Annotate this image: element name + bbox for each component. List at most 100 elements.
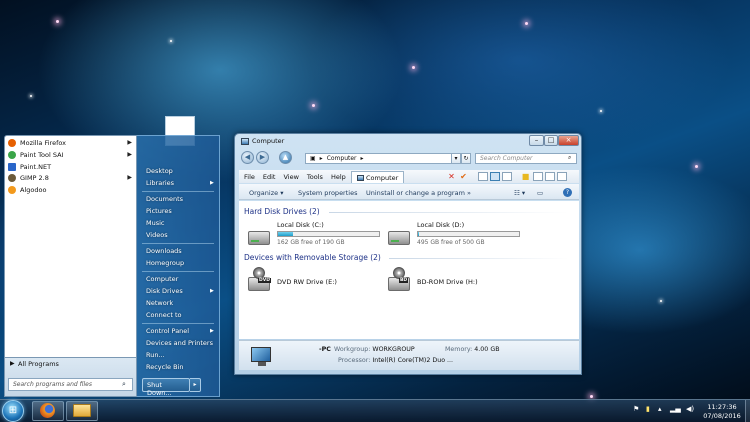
star (170, 40, 172, 42)
computer-icon (357, 174, 364, 181)
show-desktop-button[interactable] (745, 400, 750, 422)
drive-usage-bar (417, 231, 520, 237)
bd-badge: BD (399, 278, 409, 283)
start-item-pictures[interactable]: Pictures (146, 207, 172, 215)
checkmark-icon[interactable]: ✔ (459, 172, 468, 181)
star (600, 110, 602, 112)
folder-icon[interactable]: ■ (521, 172, 530, 181)
start-item-run[interactable]: Run... (146, 351, 165, 359)
close-button[interactable]: × (558, 135, 579, 146)
show-hidden-icons-icon[interactable]: ▴ (658, 405, 662, 413)
clock-time: 11:27:36 (707, 403, 737, 411)
program-label: GIMP 2.8 (20, 173, 49, 182)
start-item-music[interactable]: Music (146, 219, 165, 227)
submenu-arrow-icon: ▶ (127, 139, 132, 146)
address-text: Computer (326, 155, 357, 162)
refresh-button[interactable]: ↻ (461, 153, 471, 164)
start-button[interactable]: ⊞ (2, 400, 24, 422)
drive-free-space: 495 GB free of 500 GB (417, 239, 485, 246)
start-item-desktop[interactable]: Desktop (146, 167, 173, 175)
start-item-videos[interactable]: Videos (146, 231, 168, 239)
program-paint-tool-sai[interactable]: Paint Tool SAI ▶ (8, 149, 136, 160)
star (56, 20, 59, 23)
volume-icon[interactable]: ◀) (686, 405, 694, 413)
address-bar[interactable]: ▣ ▸ Computer ▸ (305, 153, 471, 164)
clock-date: 07/08/2016 (703, 412, 741, 420)
computer-icon (241, 137, 249, 145)
start-item-devices-printers[interactable]: Devices and Printers (146, 339, 213, 347)
program-gimp[interactable]: GIMP 2.8 ▶ (8, 172, 136, 183)
workgroup-info: Workgroup: WORKGROUP (334, 346, 415, 353)
start-search-input[interactable]: Search programs and files (8, 378, 133, 391)
all-programs-button[interactable]: All Programs (18, 360, 59, 368)
start-item-computer[interactable]: Computer (146, 275, 178, 283)
window-title: Computer (252, 137, 285, 145)
workgroup-label: Workgroup: (334, 346, 371, 353)
start-item-libraries[interactable]: Libraries (146, 179, 174, 187)
program-label: Paint Tool SAI (20, 150, 64, 159)
window-title-bar[interactable]: Computer (241, 137, 284, 145)
minimize-button[interactable]: – (529, 135, 544, 146)
view-list-button[interactable] (490, 172, 500, 181)
start-item-network[interactable]: Network (146, 299, 173, 307)
start-item-control-panel[interactable]: Control Panel (146, 327, 189, 335)
up-button[interactable]: ▲ (279, 151, 292, 164)
start-item-disk-drives[interactable]: Disk Drives (146, 287, 183, 295)
search-icon[interactable]: ⌕ (568, 154, 571, 162)
system-properties-button[interactable]: System properties (298, 189, 357, 197)
menu-edit[interactable]: Edit (263, 173, 276, 181)
program-firefox[interactable]: Mozilla Firefox ▶ (8, 137, 136, 148)
hard-drive-icon (388, 231, 410, 245)
start-item-connect-to[interactable]: Connect to (146, 311, 181, 319)
start-item-documents[interactable]: Documents (146, 195, 183, 203)
menu-view[interactable]: View (283, 173, 298, 181)
uninstall-program-button[interactable]: Uninstall or change a program (366, 189, 465, 197)
firefox-icon (8, 138, 16, 147)
tab-label: Computer (366, 173, 399, 182)
view-tiles-button[interactable] (502, 172, 512, 181)
shutdown-options-button[interactable]: ▸ (190, 378, 201, 392)
program-paint-net[interactable]: Paint.NET (8, 161, 136, 172)
file-view: Hard Disk Drives (2) Local Disk (C:) 162… (239, 201, 579, 339)
start-item-homegroup[interactable]: Homegroup (146, 259, 184, 267)
explorer-window: Computer – □ × ◀ ▶ ▲ ▣ ▸ Computer ▸ ▾ ↻ … (234, 133, 582, 375)
tab-computer[interactable]: Computer (351, 171, 405, 183)
menu-help[interactable]: Help (331, 173, 346, 181)
preview-pane-button[interactable]: ▭ (537, 189, 543, 197)
search-input[interactable]: Search Computer (475, 153, 577, 164)
notification-icon[interactable]: ▮ (646, 405, 650, 413)
action-center-icon[interactable]: ⚑ (633, 405, 639, 413)
shutdown-button[interactable]: Shut Down... (142, 378, 190, 397)
back-button[interactable]: ◀ (241, 151, 254, 164)
maximize-button[interactable]: □ (544, 135, 558, 146)
copy-button[interactable] (533, 172, 543, 181)
taskbar-clock[interactable]: 11:27:36 07/08/2016 (700, 403, 744, 421)
gimp-icon (8, 173, 16, 182)
start-item-recycle-bin[interactable]: Recycle Bin (146, 363, 183, 371)
drive-name: Local Disk (D:) (417, 221, 465, 229)
program-label: Algodoo (20, 185, 47, 194)
delete-icon[interactable]: ✕ (447, 172, 456, 181)
group-divider (329, 212, 569, 213)
more-commands-button[interactable]: » (467, 189, 471, 197)
group-removable-storage[interactable]: Devices with Removable Storage (2) (244, 253, 381, 262)
breadcrumb-separator-icon: ▸ (360, 155, 364, 162)
dvd-badge: DVD (258, 278, 271, 283)
paste-button[interactable] (545, 172, 555, 181)
program-algodoo[interactable]: Algodoo (8, 184, 136, 195)
organize-button[interactable]: Organize ▾ (249, 189, 283, 197)
help-icon[interactable]: ? (563, 188, 572, 197)
menu-file[interactable]: File (244, 173, 255, 181)
change-view-button[interactable]: ☷ ▾ (514, 189, 525, 197)
star (412, 66, 415, 69)
start-item-downloads[interactable]: Downloads (146, 247, 182, 255)
menu-tools[interactable]: Tools (307, 173, 323, 181)
view-details-button[interactable] (478, 172, 488, 181)
forward-button[interactable]: ▶ (256, 151, 269, 164)
network-icon[interactable]: ▂▄ (670, 405, 681, 413)
group-hard-disk-drives[interactable]: Hard Disk Drives (2) (244, 207, 320, 216)
properties-button[interactable] (557, 172, 567, 181)
search-icon[interactable]: ⌕ (122, 380, 126, 389)
address-dropdown-button[interactable]: ▾ (451, 153, 461, 164)
separator (142, 323, 214, 324)
